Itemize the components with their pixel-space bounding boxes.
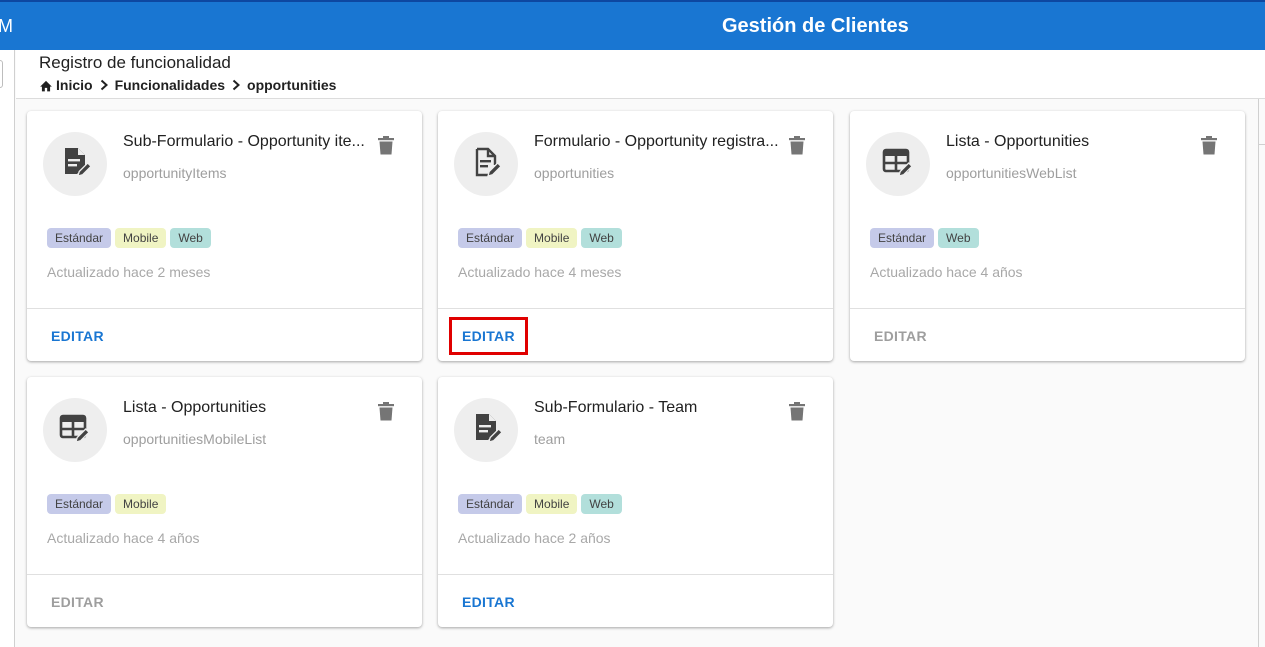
tag-mobile: Mobile: [115, 494, 167, 514]
tag-web: Web: [581, 228, 622, 248]
functionality-card: Lista - Opportunities opportunitiesMobil…: [27, 377, 422, 627]
delete-button[interactable]: [375, 136, 397, 160]
tag-web: Web: [938, 228, 979, 248]
card-avatar: [454, 398, 518, 462]
card-title: Sub-Formulario - Opportunity ite...: [123, 133, 365, 150]
tag-estandar: Estándar: [458, 228, 523, 248]
tag-list: Estándar Mobile Web: [458, 228, 626, 248]
tag-mobile: Mobile: [115, 228, 167, 248]
tag-mobile: Mobile: [526, 494, 578, 514]
card-subtitle: opportunitiesMobileList: [123, 431, 267, 447]
card-avatar: [866, 132, 930, 196]
card-title: Lista - Opportunities: [123, 399, 267, 416]
tag-web: Web: [170, 228, 211, 248]
card-avatar: [43, 132, 107, 196]
table-edit-icon: [881, 145, 915, 184]
edit-button[interactable]: EDITAR: [864, 320, 937, 352]
updated-text: Actualizado hace 4 meses: [458, 264, 622, 280]
updated-text: Actualizado hace 2 años: [458, 530, 611, 546]
card-divider: [438, 308, 833, 309]
updated-text: Actualizado hace 2 meses: [47, 264, 211, 280]
functionality-card: Sub-Formulario - Team team Estándar Mobi…: [438, 377, 833, 627]
breadcrumb: Inicio Funcionalidades opportunities: [39, 77, 336, 93]
table-edit-icon: [58, 411, 92, 450]
chevron-right-icon: [231, 79, 241, 91]
trash-icon: [789, 136, 805, 160]
card-divider: [27, 574, 422, 575]
tag-estandar: Estándar: [47, 228, 112, 248]
tag-web: Web: [581, 494, 622, 514]
card-avatar: [454, 132, 518, 196]
breadcrumb-label: Inicio: [56, 77, 93, 93]
form-edit-outline-icon: [469, 145, 503, 184]
delete-button[interactable]: [375, 402, 397, 426]
breadcrumb-inicio[interactable]: Inicio: [39, 77, 93, 93]
breadcrumb-current: opportunities: [247, 77, 336, 93]
page-header: Registro de funcionalidad Inicio Funcion…: [16, 50, 1265, 99]
card-divider: [27, 308, 422, 309]
functionality-card: Formulario - Opportunity registra... opp…: [438, 111, 833, 361]
functionality-card: Sub-Formulario - Opportunity ite... oppo…: [27, 111, 422, 361]
app-title: Gestión de Clientes: [722, 15, 909, 37]
trash-icon: [1201, 136, 1217, 160]
tag-mobile: Mobile: [526, 228, 578, 248]
breadcrumb-label: opportunities: [247, 77, 337, 93]
card-title: Lista - Opportunities: [946, 133, 1090, 150]
tag-estandar: Estándar: [458, 494, 523, 514]
card-title: Formulario - Opportunity registra...: [534, 133, 779, 150]
edit-button[interactable]: EDITAR: [452, 586, 525, 618]
card-subtitle: opportunitiesWebList: [946, 165, 1077, 181]
right-panel-edge: [1258, 99, 1265, 647]
card-divider: [438, 574, 833, 575]
edit-button[interactable]: EDITAR: [41, 586, 114, 618]
form-edit-icon: [469, 411, 503, 450]
app-bar: M Gestión de Clientes: [0, 0, 1265, 50]
breadcrumb-label: Funcionalidades: [114, 77, 226, 93]
chevron-right-icon: [99, 79, 109, 91]
left-sidebar: [0, 50, 15, 647]
form-edit-icon: [58, 145, 92, 184]
breadcrumb-funcionalidades[interactable]: Funcionalidades: [115, 77, 225, 93]
tag-list: Estándar Mobile Web: [47, 228, 215, 248]
delete-button[interactable]: [1198, 136, 1220, 160]
edit-button[interactable]: EDITAR: [41, 320, 114, 352]
delete-button[interactable]: [786, 402, 808, 426]
tag-list: Estándar Mobile Web: [458, 494, 626, 514]
tag-estandar: Estándar: [870, 228, 935, 248]
delete-button[interactable]: [786, 136, 808, 160]
card-divider: [850, 308, 1245, 309]
tag-list: Estándar Mobile: [47, 494, 170, 514]
card-title: Sub-Formulario - Team: [534, 399, 698, 416]
edit-button-highlighted[interactable]: EDITAR: [449, 317, 528, 355]
tag-list: Estándar Web: [870, 228, 983, 248]
page-title: Registro de funcionalidad: [39, 53, 231, 72]
functionality-card: Lista - Opportunities opportunitiesWebLi…: [850, 111, 1245, 361]
sidebar-toggle[interactable]: [0, 60, 3, 88]
card-avatar: [43, 398, 107, 462]
card-subtitle: opportunityItems: [123, 165, 227, 181]
home-icon: [39, 79, 53, 92]
trash-icon: [378, 136, 394, 160]
trash-icon: [378, 402, 394, 426]
updated-text: Actualizado hace 4 años: [870, 264, 1023, 280]
app-brand[interactable]: M: [0, 16, 13, 37]
tag-estandar: Estándar: [47, 494, 112, 514]
card-subtitle: team: [534, 431, 566, 447]
trash-icon: [789, 402, 805, 426]
updated-text: Actualizado hace 4 años: [47, 530, 200, 546]
card-subtitle: opportunities: [534, 165, 615, 181]
